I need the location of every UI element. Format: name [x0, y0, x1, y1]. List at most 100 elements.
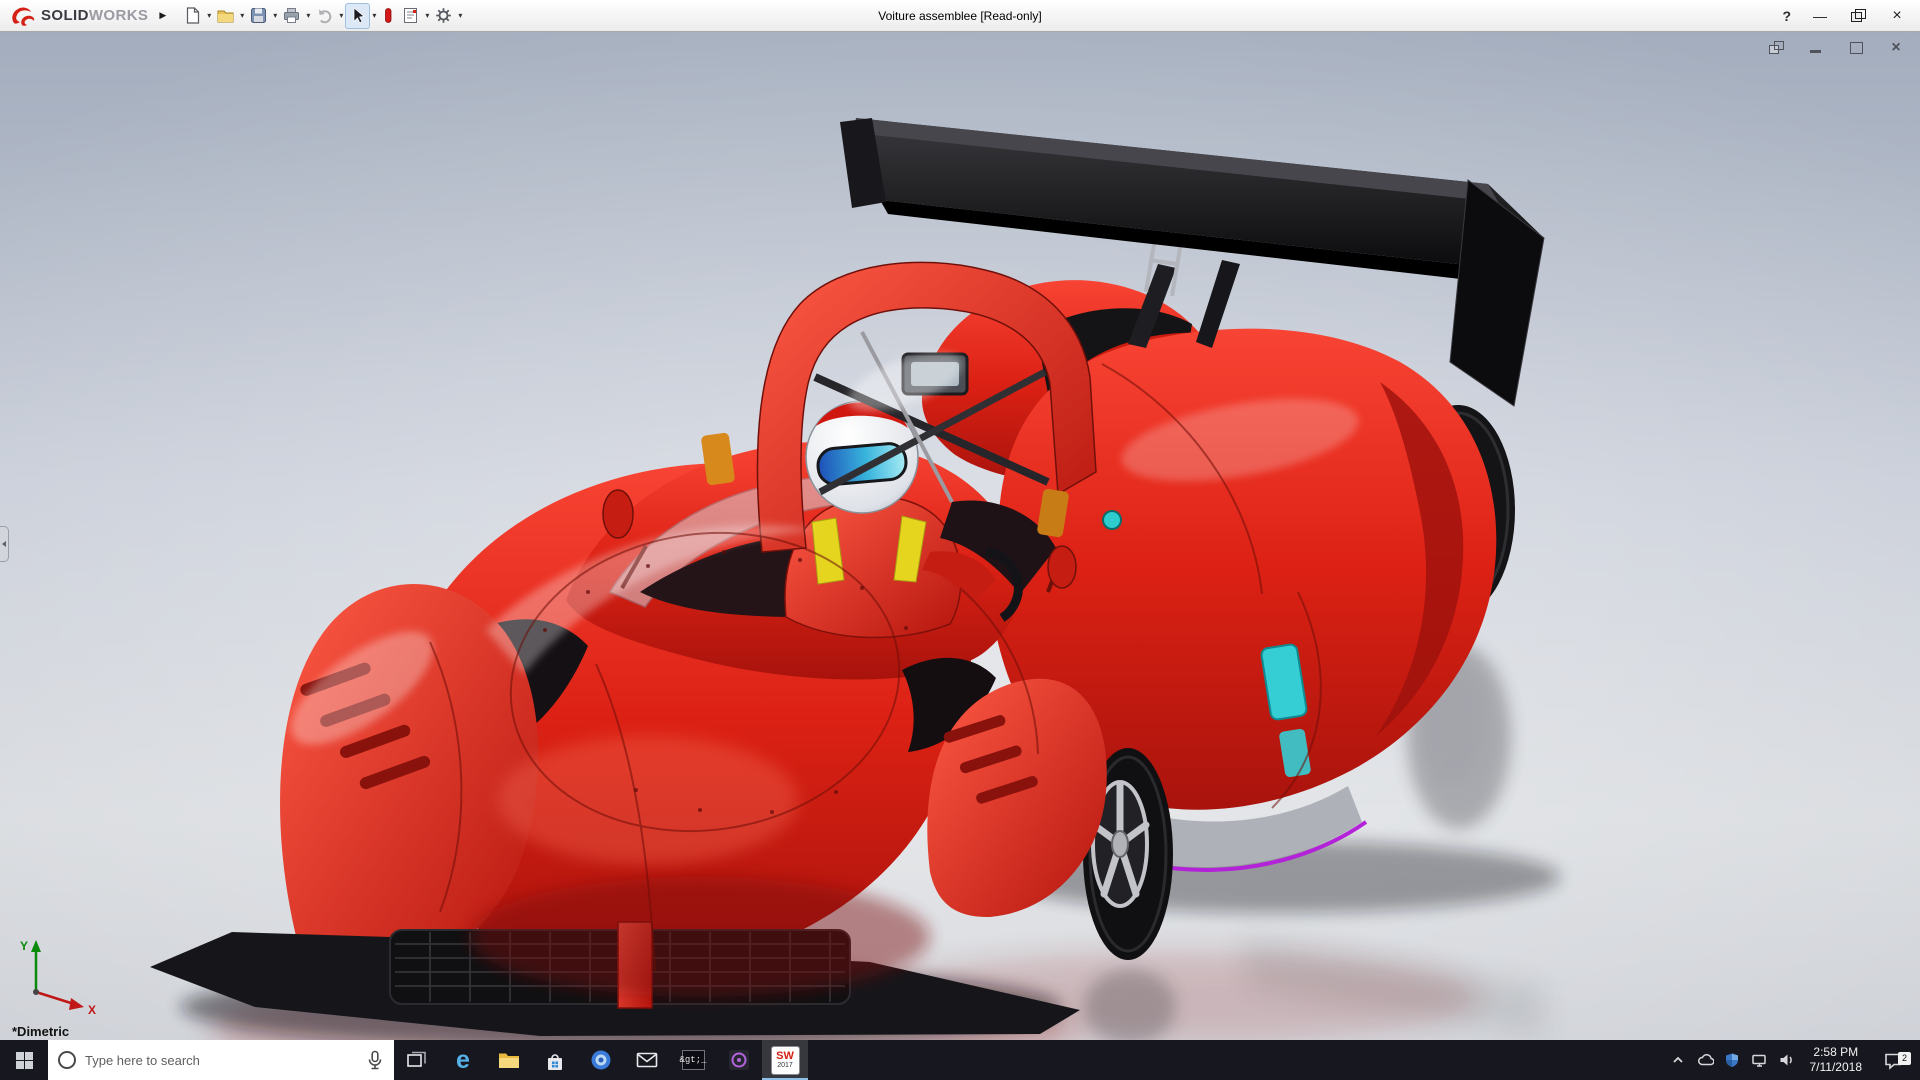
red-pill-icon: [381, 6, 395, 25]
open-dropdown-arrow[interactable]: ▾: [238, 11, 246, 20]
hidden-icons-button[interactable]: [1665, 1040, 1692, 1080]
doc-maximize-button[interactable]: [1848, 40, 1864, 55]
volume-tray-button[interactable]: [1773, 1040, 1800, 1080]
sw-icon-year: 2017: [777, 1062, 793, 1069]
cyan-knob: [1103, 511, 1121, 529]
defender-tray-button[interactable]: [1719, 1040, 1746, 1080]
taskbar-clock[interactable]: 2:58 PM 7/11/2018: [1800, 1045, 1873, 1075]
quick-access-toolbar: ▾ ▾ ▾: [180, 3, 464, 29]
microphone-icon[interactable]: [366, 1050, 384, 1070]
view-orientation-label: *Dimetric: [12, 1024, 69, 1039]
orientation-triad: Y X: [12, 932, 108, 1016]
cloud-tray-button[interactable]: [1692, 1040, 1719, 1080]
cortana-icon: [58, 1051, 76, 1069]
model-viewport-canvas[interactable]: [0, 32, 1920, 1040]
save-icon: [249, 6, 268, 25]
system-tray: 2:58 PM 7/11/2018 2: [1665, 1040, 1920, 1080]
print-icon: [282, 6, 301, 25]
help-button[interactable]: ?: [1782, 8, 1791, 24]
save-dropdown-arrow[interactable]: ▾: [271, 11, 279, 20]
defender-shield-icon: [1724, 1052, 1740, 1068]
restore-button[interactable]: [1851, 9, 1866, 22]
solidworks-titlebar: SOLIDWORKS ▶ ▾ ▾: [0, 0, 1920, 32]
options-button[interactable]: [431, 3, 456, 29]
undo-button[interactable]: [312, 3, 337, 29]
task-view-icon: [406, 1050, 428, 1070]
search-placeholder-text: Type here to search: [85, 1053, 200, 1068]
window-title: Voiture assemblee [Read-only]: [878, 9, 1041, 23]
browser-circle-icon: [589, 1048, 613, 1072]
select-button[interactable]: [345, 3, 370, 29]
window-controls: — ×: [1813, 9, 1904, 23]
file-explorer-icon: [497, 1049, 521, 1071]
undo-icon: [315, 6, 334, 25]
windows-taskbar: Type here to search e: [0, 1040, 1920, 1080]
edge-icon: e: [456, 1046, 470, 1075]
media-app-icon: [727, 1048, 751, 1072]
print-dropdown-arrow[interactable]: ▾: [304, 11, 312, 20]
new-document-icon: [183, 6, 202, 25]
document-window-controls: ×: [1768, 40, 1904, 55]
task-pane-dropdown-arrow[interactable]: ▾: [423, 11, 431, 20]
pane-toggle-button[interactable]: [378, 3, 398, 29]
edge-button[interactable]: e: [440, 1040, 486, 1080]
volume-icon: [1778, 1052, 1795, 1068]
menu-flyout-arrow[interactable]: ▶: [159, 10, 166, 21]
undo-dropdown-arrow[interactable]: ▾: [337, 11, 345, 20]
solidworks-taskbar-button[interactable]: SW 2017: [762, 1040, 808, 1080]
options-gear-icon: [434, 6, 453, 25]
close-button[interactable]: ×: [1890, 9, 1904, 23]
file-explorer-button[interactable]: [486, 1040, 532, 1080]
new-dropdown-arrow[interactable]: ▾: [205, 11, 213, 20]
brand-name: SOLIDWORKS: [41, 7, 148, 24]
minimize-button[interactable]: —: [1813, 9, 1827, 23]
dassault-logo-icon: [10, 5, 36, 27]
media-app-button[interactable]: [716, 1040, 762, 1080]
triad-x-label: X: [88, 1003, 96, 1016]
doc-restore-button[interactable]: [1768, 40, 1784, 55]
action-center-button[interactable]: 2: [1872, 1051, 1914, 1070]
terminal-icon: &gt;_: [682, 1050, 705, 1070]
desktop-screen: SOLIDWORKS ▶ ▾ ▾: [0, 0, 1920, 1080]
open-button[interactable]: [213, 3, 238, 29]
sw-icon-label: SW: [776, 1051, 794, 1062]
task-pane-icon: [401, 6, 420, 25]
mail-button[interactable]: [624, 1040, 670, 1080]
taskbar-search-box[interactable]: Type here to search: [48, 1040, 394, 1080]
doc-minimize-button[interactable]: [1808, 40, 1824, 55]
print-button[interactable]: [279, 3, 304, 29]
brand: SOLIDWORKS ▶: [6, 5, 166, 27]
clock-date: 7/11/2018: [1810, 1060, 1863, 1075]
task-pane-button[interactable]: [398, 3, 423, 29]
chevron-up-icon: [1670, 1052, 1686, 1068]
task-view-button[interactable]: [394, 1040, 440, 1080]
select-cursor-icon: [348, 6, 367, 25]
store-button[interactable]: [532, 1040, 578, 1080]
taskbar-apps: e: [394, 1040, 808, 1080]
titlebar-right: ? — ×: [1782, 8, 1914, 24]
graphics-area[interactable]: × Y X *Dimetric: [0, 32, 1920, 1040]
notification-badge: 2: [1898, 1052, 1911, 1065]
terminal-button[interactable]: &gt;_: [670, 1040, 716, 1080]
mail-icon: [635, 1048, 659, 1072]
brand-solid: SOLID: [41, 7, 89, 24]
new-document-button[interactable]: [180, 3, 205, 29]
cloud-icon: [1697, 1052, 1714, 1068]
clock-time: 2:58 PM: [1813, 1045, 1858, 1060]
feature-panel-collapse-tab[interactable]: [0, 526, 9, 562]
solidworks-2017-icon: SW 2017: [771, 1046, 800, 1075]
open-folder-icon: [216, 6, 235, 25]
options-dropdown-arrow[interactable]: ▾: [456, 11, 464, 20]
save-button[interactable]: [246, 3, 271, 29]
start-button[interactable]: [0, 1040, 48, 1080]
triad-y-label: Y: [20, 939, 28, 953]
network-tray-button[interactable]: [1746, 1040, 1773, 1080]
doc-close-button[interactable]: ×: [1888, 40, 1904, 55]
store-icon: [543, 1049, 567, 1072]
network-icon: [1751, 1052, 1768, 1068]
browser-button[interactable]: [578, 1040, 624, 1080]
select-dropdown-arrow[interactable]: ▾: [370, 11, 378, 20]
windows-logo-icon: [16, 1052, 33, 1069]
brand-works: WORKS: [89, 7, 149, 24]
terminal-prompt-glyph: &gt;_: [680, 1055, 707, 1065]
